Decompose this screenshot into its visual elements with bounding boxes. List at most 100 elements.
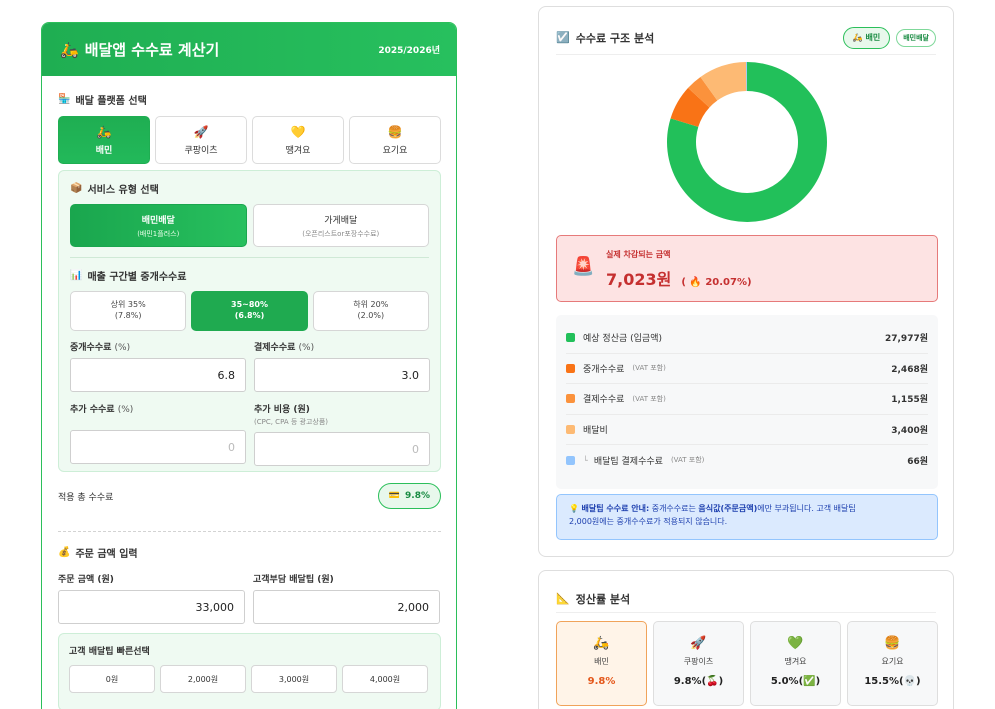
tier-section-label: 📊 매출 구간별 중개수수료	[70, 270, 187, 283]
order-section: 💰 주문 금액 입력 주문 금액 (원) 33,000 고객부담 배달팁 (원)…	[58, 545, 441, 709]
payment-input[interactable]: 3.0	[254, 358, 430, 392]
platform-tag: 🛵 배민	[842, 26, 891, 49]
analysis-tags: 🛵 배민 배민배달	[842, 26, 936, 49]
total-fee-row: 적용 총 수수료 💳 9.8%	[58, 483, 441, 509]
platform-options: 🛵 배민 🚀 쿠팡이츠 💛 땡겨요 🍔 요기요	[58, 116, 441, 164]
legend-swatch	[566, 363, 575, 373]
year-label: 2025/2026년	[378, 46, 440, 56]
card-icon: 💳	[388, 491, 401, 501]
tier-options: 상위 35% (7.8%) 35~80% (6.8%) 하위 20% (2.0%…	[70, 291, 429, 331]
scooter-icon: 🛵	[852, 33, 863, 42]
breakdown-row-payment: 결제수수료 (VAT 포함) 1,155원	[566, 384, 928, 415]
deduction-amount: 7,023원 ( 🔥 20.07%)	[606, 270, 752, 289]
deduction-percent: ( 🔥 20.07%)	[681, 277, 752, 288]
settlement-rate-card: 📐 정산률 분석 🛵 배민 9.8% 🚀 쿠팡이츠 9.8%(🍒) 💚 땡겨요 …	[538, 570, 954, 709]
order-amount-field: 주문 금액 (원) 33,000	[58, 572, 245, 624]
platform-baemin[interactable]: 🛵 배민	[58, 116, 150, 164]
breakdown-row-tip-fee: └ 배달팁 결제수수료 (VAT 포함) 66원	[566, 445, 928, 476]
calculator-panel: 🛵 배달앱 수수료 계산기 2025/2026년 🏪 배달 플랫폼 선택 🛵 배…	[41, 22, 457, 709]
rate-ddangyo[interactable]: 💚 땡겨요 5.0%(✅)	[750, 621, 841, 706]
breakdown-row-delivery: 배달비 3,400원	[566, 415, 928, 445]
lightbulb-icon: 💡	[569, 504, 579, 513]
tier-bottom-20[interactable]: 하위 20% (2.0%)	[312, 291, 429, 331]
legend-swatch	[566, 455, 575, 465]
service-store-delivery[interactable]: 가게배달 (오픈리스트or포장수수료)	[252, 204, 429, 247]
breakdown-row-settlement: 예상 정산금 (입금액) 27,977원	[566, 323, 928, 354]
divider	[70, 257, 429, 258]
rate-baemin[interactable]: 🛵 배민 9.8%	[556, 621, 647, 706]
rocket-icon: 🚀	[193, 124, 209, 139]
quick-tip-box: 고객 배달팁 빠른선택 0원 2,000원 3,000원 4,000원	[58, 633, 441, 709]
legend-swatch	[566, 424, 575, 434]
tier-top-35[interactable]: 상위 35% (7.8%)	[70, 291, 187, 331]
delivery-tip-input[interactable]: 2,000	[253, 590, 440, 624]
fee-breakdown-list: 예상 정산금 (입금액) 27,977원 중개수수료 (VAT 포함) 2,46…	[556, 315, 938, 489]
scooter-icon: 🛵	[60, 40, 79, 59]
service-tag: 배민배달	[896, 28, 936, 47]
breakdown-row-commission: 중개수수료 (VAT 포함) 2,468원	[566, 354, 928, 384]
total-fee-badge: 💳 9.8%	[377, 483, 441, 509]
money-bag-icon: 💰	[58, 547, 71, 558]
platform-yogiyo[interactable]: 🍔 요기요	[349, 116, 441, 164]
green-heart-icon: 💚	[787, 636, 804, 651]
yellow-heart-icon: 💛	[290, 124, 306, 139]
quick-tip-0[interactable]: 0원	[69, 665, 155, 693]
sub-branch-icon: └	[583, 455, 588, 465]
platform-section-label: 🏪 배달 플랫폼 선택	[58, 94, 147, 107]
quick-tip-3000[interactable]: 3,000원	[251, 665, 337, 693]
delivery-tip-field: 고객부담 배달팁 (원) 2,000	[253, 572, 440, 624]
fee-analysis-title: ☑️ 수수료 구조 분석	[556, 31, 655, 45]
service-options: 배민배달 (배민1플러스) 가게배달 (오픈리스트or포장수수료)	[70, 204, 429, 247]
rate-fields: 중개수수료 (%) 6.8 결제수수료 (%) 3.0	[70, 340, 430, 392]
scooter-icon: 🛵	[593, 636, 610, 651]
quick-tip-options: 0원 2,000원 3,000원 4,000원	[69, 665, 430, 693]
burger-icon: 🍔	[387, 124, 403, 139]
bar-chart-icon: 📊	[70, 270, 83, 281]
siren-icon: 🚨	[572, 256, 595, 277]
platform-section: 🏪 배달 플랫폼 선택 🛵 배민 🚀 쿠팡이츠 💛 땡겨요 🍔 요기요	[58, 92, 441, 164]
quick-tip-4000[interactable]: 4,000원	[342, 665, 428, 693]
settlement-rate-header: 📐 정산률 분석	[556, 585, 936, 613]
ruler-icon: 📐	[556, 592, 570, 605]
platform-ddangyo[interactable]: 💛 땡겨요	[252, 116, 344, 164]
rate-yogiyo[interactable]: 🍔 요기요 15.5%(💀)	[847, 621, 938, 706]
extra-cost-field: 추가 비용 (원) (CPC, CPA 등 광고상품) 0	[254, 402, 430, 466]
tier-35-80[interactable]: 35~80% (6.8%)	[191, 291, 308, 331]
rate-compare-row: 🛵 배민 9.8% 🚀 쿠팡이츠 9.8%(🍒) 💚 땡겨요 5.0%(✅) 🍔…	[556, 621, 938, 706]
deduction-alert: 🚨 실제 차감되는 금액 7,023원 ( 🔥 20.07%)	[556, 235, 938, 302]
fee-donut-chart	[667, 62, 827, 222]
extra-fee-input[interactable]: 0	[70, 430, 246, 464]
calculator-title-text: 배달앱 수수료 계산기	[84, 41, 220, 59]
checkbox-icon: ☑️	[556, 31, 570, 44]
commission-field: 중개수수료 (%) 6.8	[70, 340, 246, 392]
extra-fields: 추가 수수료 (%) . 0 추가 비용 (원) (CPC, CPA 등 광고상…	[70, 402, 430, 466]
settlement-rate-title: 📐 정산률 분석	[556, 592, 631, 606]
fee-analysis-card: ☑️ 수수료 구조 분석 🛵 배민 배민배달 🚨 실제 차감되는 금액 7,02…	[538, 6, 954, 557]
scooter-icon: 🛵	[96, 124, 112, 139]
deduction-label: 실제 차감되는 금액	[606, 250, 671, 259]
quick-tip-label: 고객 배달팁 빠른선택	[69, 647, 150, 657]
rate-coupang-eats[interactable]: 🚀 쿠팡이츠 9.8%(🍒)	[653, 621, 744, 706]
order-amount-input[interactable]: 33,000	[58, 590, 245, 624]
box-icon: 📦	[70, 183, 83, 194]
quick-tip-2000[interactable]: 2,000원	[160, 665, 246, 693]
extra-cost-input[interactable]: 0	[254, 432, 430, 466]
rocket-icon: 🚀	[690, 636, 707, 651]
legend-swatch	[566, 394, 575, 404]
calculator-header: 🛵 배달앱 수수료 계산기 2025/2026년	[42, 23, 456, 76]
tip-fee-info: 💡 배달팁 수수료 안내: 중개수수료는 음식값(주문금액)에만 부과됩니다. …	[556, 494, 938, 540]
dashed-divider	[58, 531, 441, 532]
platform-coupang-eats[interactable]: 🚀 쿠팡이츠	[155, 116, 247, 164]
service-config-box: 📦 서비스 유형 선택 배민배달 (배민1플러스) 가게배달 (오픈리스트or포…	[58, 170, 441, 472]
fee-analysis-header: ☑️ 수수료 구조 분석 🛵 배민 배민배달	[556, 21, 936, 55]
commission-input[interactable]: 6.8	[70, 358, 246, 392]
extra-fee-field: 추가 수수료 (%) . 0	[70, 402, 246, 466]
burger-icon: 🍔	[884, 636, 901, 651]
total-fee-label: 적용 총 수수료	[58, 492, 114, 503]
service-baemin-delivery[interactable]: 배민배달 (배민1플러스)	[70, 204, 247, 247]
service-section-label: 📦 서비스 유형 선택	[70, 183, 159, 196]
legend-swatch	[566, 333, 575, 343]
order-fields: 주문 금액 (원) 33,000 고객부담 배달팁 (원) 2,000	[58, 572, 441, 624]
calculator-title: 🛵 배달앱 수수료 계산기	[60, 39, 219, 60]
order-section-label: 💰 주문 금액 입력	[58, 547, 138, 560]
